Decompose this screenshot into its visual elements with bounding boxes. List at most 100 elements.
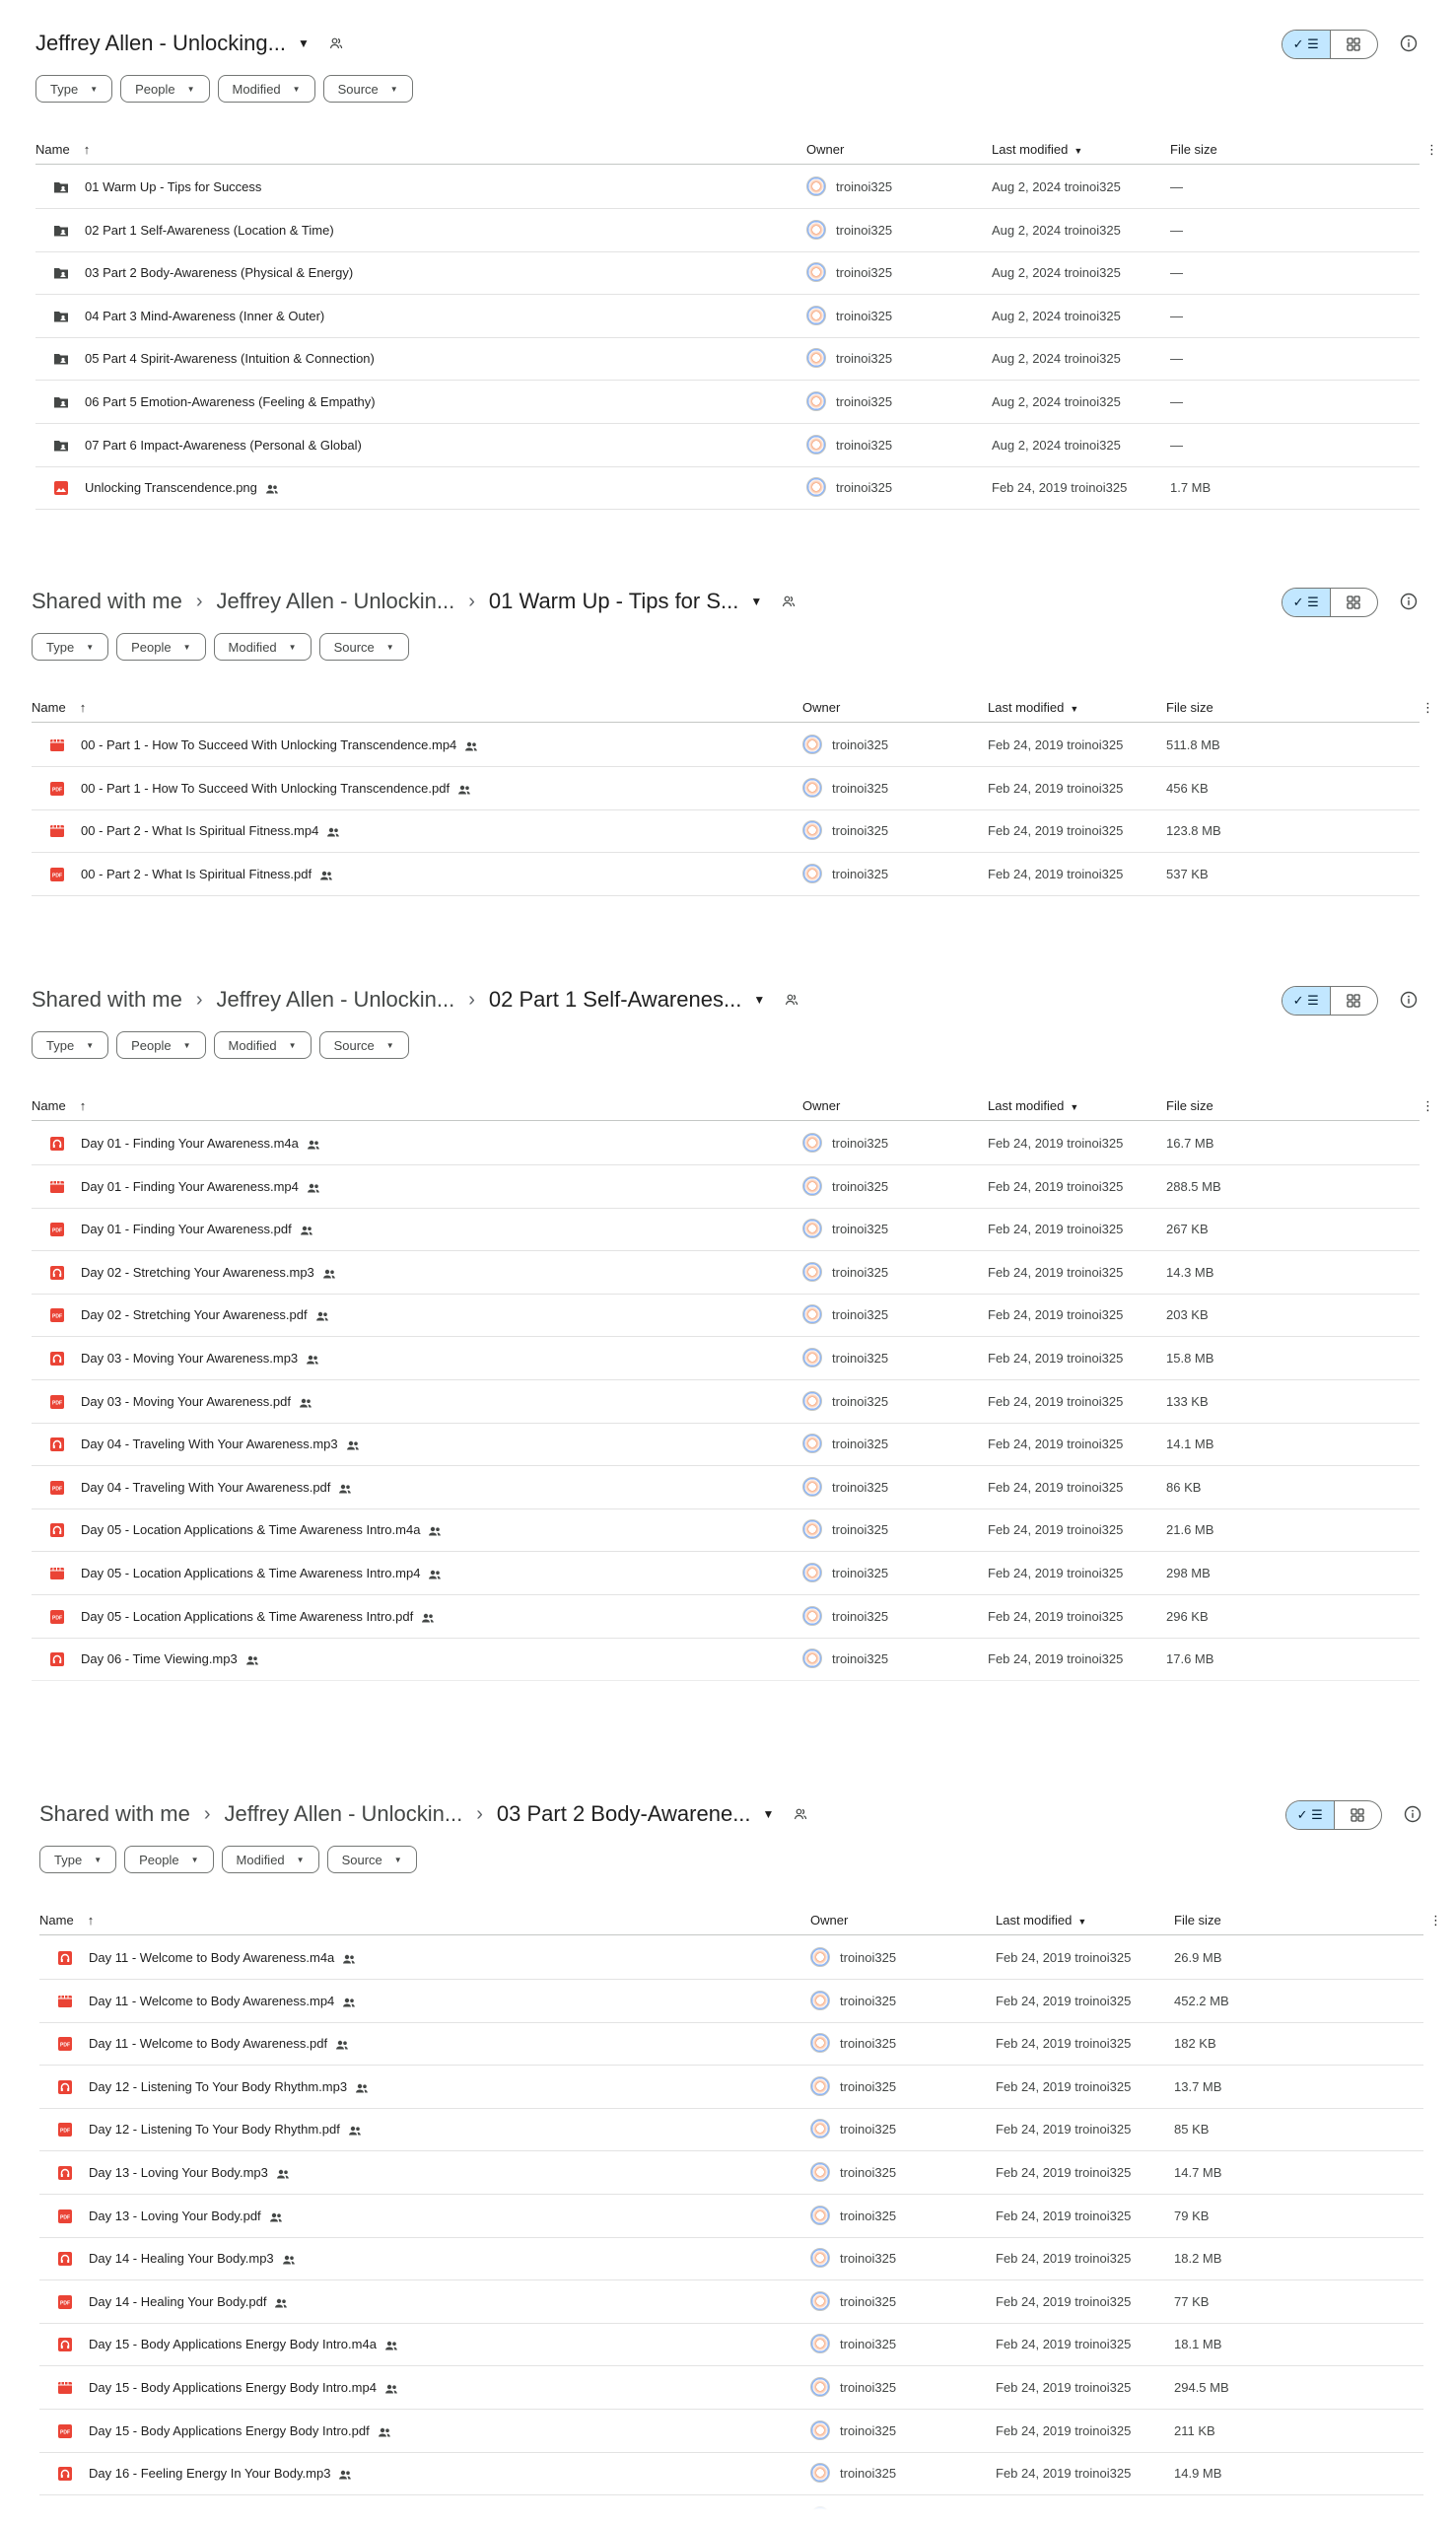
file-row[interactable]: PDF Day 15 - Body Applications Energy Bod…: [39, 2410, 1423, 2453]
filter-chip-people[interactable]: People ▼: [124, 1846, 214, 1873]
view-toggle[interactable]: ✓ ☰: [1285, 1800, 1382, 1830]
more-options-icon[interactable]: ⋮: [1425, 142, 1438, 158]
more-options-icon[interactable]: ⋮: [1429, 1913, 1442, 1928]
file-row[interactable]: Day 01 - Finding Your Awareness.m4a troin…: [32, 1122, 1420, 1165]
column-header-owner[interactable]: Owner: [802, 700, 840, 715]
view-toggle[interactable]: ✓ ☰: [1282, 30, 1378, 59]
file-row[interactable]: Day 05 - Location Applications & Time Aw…: [32, 1552, 1420, 1595]
file-row[interactable]: Day 15 - Body Applications Energy Body I…: [39, 2366, 1423, 2410]
file-row[interactable]: PDF Day 12 - Listening To Your Body Rhyth…: [39, 2108, 1423, 2152]
breadcrumb-item[interactable]: Jeffrey Allen - Unlockin...: [217, 987, 455, 1013]
filter-chip-people[interactable]: People ▼: [116, 633, 206, 661]
grid-view-button[interactable]: [1331, 589, 1378, 616]
file-row[interactable]: PDF Day 01 - Finding Your Awareness.pdf tr…: [32, 1208, 1420, 1252]
folder-menu-caret-icon[interactable]: ▼: [753, 993, 765, 1007]
filter-chip-modified[interactable]: Modified ▼: [213, 1031, 312, 1059]
file-row[interactable]: Day 06 - Time Viewing.mp3 troinoi325 Feb 2…: [32, 1638, 1420, 1682]
file-row[interactable]: PDF 00 - Part 1 - How To Succeed With Unl…: [32, 767, 1420, 810]
filter-chip-type[interactable]: Type ▼: [32, 633, 109, 661]
folder-menu-caret-icon[interactable]: ▼: [750, 595, 762, 608]
current-folder-title[interactable]: Jeffrey Allen - Unlocking...: [35, 31, 286, 56]
breadcrumb-item[interactable]: Shared with me: [32, 589, 182, 614]
grid-view-button[interactable]: [1331, 31, 1378, 58]
column-header-file-size[interactable]: File size: [1166, 700, 1213, 715]
info-icon[interactable]: [1400, 991, 1418, 1009]
file-row[interactable]: PDF Day 13 - Loving Your Body.pdf troinoi3…: [39, 2195, 1423, 2238]
column-header-name[interactable]: Name ↑: [32, 700, 86, 715]
column-header-last-modified[interactable]: Last modified ▼: [992, 142, 1082, 157]
list-view-button[interactable]: ✓ ☰: [1283, 987, 1331, 1015]
column-header-name[interactable]: Name ↑: [32, 1098, 86, 1113]
file-row[interactable]: Day 05 - Location Applications & Time Aw…: [32, 1508, 1420, 1553]
file-row[interactable]: PDF 00 - Part 2 - What Is Spiritual Fitne…: [32, 853, 1420, 896]
view-toggle[interactable]: ✓ ☰: [1282, 588, 1378, 617]
folder-menu-caret-icon[interactable]: ▼: [298, 36, 310, 50]
sort-ascending-icon[interactable]: ↑: [80, 700, 87, 715]
folder-menu-caret-icon[interactable]: ▼: [763, 1807, 775, 1821]
file-row[interactable]: Unlocking Transcendence.png troinoi325 Feb…: [35, 466, 1420, 511]
file-row[interactable]: PDF Day 04 - Traveling With Your Awarenes…: [32, 1466, 1420, 1509]
column-header-file-size[interactable]: File size: [1170, 142, 1217, 157]
file-row[interactable]: Day 12 - Listening To Your Body Rhythm.m…: [39, 2066, 1423, 2109]
grid-view-button[interactable]: [1335, 1801, 1382, 1829]
filter-chip-source[interactable]: Source ▼: [322, 75, 413, 103]
filter-chip-people[interactable]: People ▼: [116, 1031, 206, 1059]
column-header-name[interactable]: Name ↑: [35, 142, 90, 157]
file-row[interactable]: Day 01 - Finding Your Awareness.mp4 troin…: [32, 1165, 1420, 1209]
file-row[interactable]: Day 11 - Welcome to Body Awareness.mp4 tr…: [39, 1980, 1423, 2023]
file-row[interactable]: Day 16 - Feeling Energy In Your Body.mp3…: [39, 2452, 1423, 2496]
breadcrumb-item[interactable]: Jeffrey Allen - Unlockin...: [217, 589, 455, 614]
list-view-button[interactable]: ✓ ☰: [1286, 1801, 1335, 1829]
file-row[interactable]: PDF Day 05 - Location Applications & Time…: [32, 1595, 1420, 1639]
breadcrumb-item[interactable]: Shared with me: [32, 987, 182, 1013]
file-row[interactable]: PDF Day 11 - Welcome to Body Awareness.pd…: [39, 2022, 1423, 2067]
folder-row[interactable]: 05 Part 4 Spirit-Awareness (Intuition & …: [35, 337, 1420, 382]
file-row[interactable]: Day 02 - Stretching Your Awareness.mp3 tr…: [32, 1251, 1420, 1295]
sort-ascending-icon[interactable]: ↑: [84, 142, 91, 157]
sort-ascending-icon[interactable]: ↑: [80, 1098, 87, 1113]
list-view-button[interactable]: ✓ ☰: [1283, 589, 1331, 616]
column-header-owner[interactable]: Owner: [810, 1913, 848, 1928]
folder-row[interactable]: 04 Part 3 Mind-Awareness (Inner & Outer)…: [35, 295, 1420, 338]
filter-chip-type[interactable]: Type ▼: [35, 75, 113, 103]
info-icon[interactable]: [1404, 1805, 1421, 1823]
filter-chip-source[interactable]: Source ▼: [326, 1846, 417, 1873]
column-header-last-modified[interactable]: Last modified ▼: [988, 700, 1078, 715]
column-header-owner[interactable]: Owner: [802, 1098, 840, 1113]
more-options-icon[interactable]: ⋮: [1421, 700, 1434, 716]
list-view-button[interactable]: ✓ ☰: [1283, 31, 1331, 58]
filter-chip-type[interactable]: Type ▼: [39, 1846, 117, 1873]
folder-row[interactable]: 06 Part 5 Emotion-Awareness (Feeling & E…: [35, 381, 1420, 424]
filter-chip-modified[interactable]: Modified ▼: [221, 1846, 319, 1873]
current-folder-title[interactable]: 03 Part 2 Body-Awarene...: [497, 1801, 751, 1827]
folder-row[interactable]: 01 Warm Up - Tips for Success troinoi325 A…: [35, 166, 1420, 209]
column-header-file-size[interactable]: File size: [1174, 1913, 1221, 1928]
info-icon[interactable]: [1400, 593, 1418, 610]
file-row[interactable]: Day 15 - Body Applications Energy Body I…: [39, 2323, 1423, 2367]
more-options-icon[interactable]: ⋮: [1421, 1098, 1434, 1114]
filter-chip-source[interactable]: Source ▼: [318, 633, 409, 661]
column-header-file-size[interactable]: File size: [1166, 1098, 1213, 1113]
info-icon[interactable]: [1400, 35, 1418, 52]
folder-row[interactable]: 07 Part 6 Impact-Awareness (Personal & G…: [35, 424, 1420, 467]
file-row[interactable]: PDF Day 02 - Stretching Your Awareness.pd…: [32, 1294, 1420, 1338]
sort-ascending-icon[interactable]: ↑: [88, 1913, 95, 1928]
current-folder-title[interactable]: 02 Part 1 Self-Awarenes...: [489, 987, 741, 1013]
filter-chip-people[interactable]: People ▼: [120, 75, 210, 103]
grid-view-button[interactable]: [1331, 987, 1378, 1015]
column-header-name[interactable]: Name ↑: [39, 1913, 94, 1928]
filter-chip-modified[interactable]: Modified ▼: [213, 633, 312, 661]
column-header-last-modified[interactable]: Last modified ▼: [996, 1913, 1086, 1928]
file-row[interactable]: Day 13 - Loving Your Body.mp3 troinoi325 F…: [39, 2151, 1423, 2195]
file-row[interactable]: Day 04 - Traveling With Your Awareness.m…: [32, 1423, 1420, 1467]
file-row[interactable]: Day 03 - Moving Your Awareness.mp3 troino…: [32, 1337, 1420, 1380]
file-row[interactable]: 00 - Part 1 - How To Succeed With Unlock…: [32, 724, 1420, 767]
folder-row[interactable]: 02 Part 1 Self-Awareness (Location & Tim…: [35, 209, 1420, 252]
filter-chip-type[interactable]: Type ▼: [32, 1031, 109, 1059]
current-folder-title[interactable]: 01 Warm Up - Tips for S...: [489, 589, 738, 614]
column-header-last-modified[interactable]: Last modified ▼: [988, 1098, 1078, 1113]
breadcrumb-item[interactable]: Jeffrey Allen - Unlockin...: [225, 1801, 463, 1827]
breadcrumb-item[interactable]: Shared with me: [39, 1801, 190, 1827]
file-row[interactable]: Day 14 - Healing Your Body.mp3 troinoi325…: [39, 2237, 1423, 2281]
file-row[interactable]: PDF Day 14 - Healing Your Body.pdf troinoi…: [39, 2280, 1423, 2324]
